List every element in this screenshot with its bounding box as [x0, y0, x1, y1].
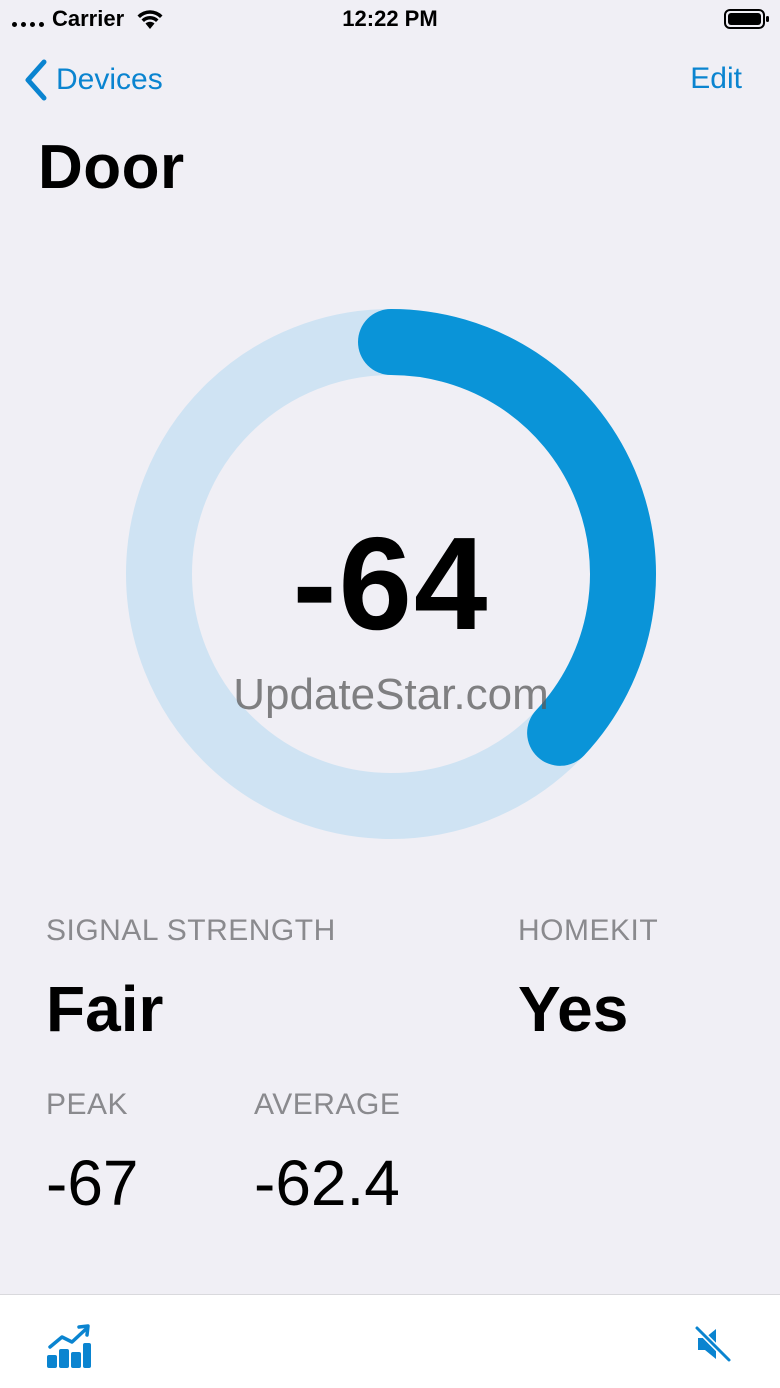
- tab-bar: [0, 1294, 780, 1388]
- status-bar: Carrier 12:22 PM: [0, 0, 780, 40]
- back-button-label: Devices: [56, 63, 163, 96]
- page-title: Door: [38, 133, 185, 202]
- peak-label: PEAK: [46, 1088, 129, 1121]
- signal-strength-label: SIGNAL STRENGTH: [46, 914, 336, 947]
- back-button[interactable]: Devices: [22, 58, 163, 102]
- homekit-label: HOMEKIT: [518, 914, 659, 947]
- battery-icon: [724, 9, 769, 29]
- homekit-value: Yes: [518, 973, 629, 1045]
- watermark-text: UpdateStar.com: [233, 670, 549, 719]
- gauge-value: -64: [292, 510, 490, 657]
- average-value: -62.4: [254, 1147, 400, 1219]
- peak-value: -67: [46, 1147, 139, 1219]
- signal-strength-value: Fair: [46, 973, 164, 1045]
- navigation-bar: Devices Edit: [0, 50, 780, 110]
- chevron-left-icon: [25, 59, 47, 101]
- average-label: AVERAGE: [254, 1088, 401, 1121]
- edit-button[interactable]: Edit: [690, 62, 742, 96]
- chart-icon[interactable]: [46, 1323, 92, 1369]
- status-time: 12:22 PM: [342, 6, 438, 31]
- speaker-muted-icon[interactable]: [694, 1325, 732, 1363]
